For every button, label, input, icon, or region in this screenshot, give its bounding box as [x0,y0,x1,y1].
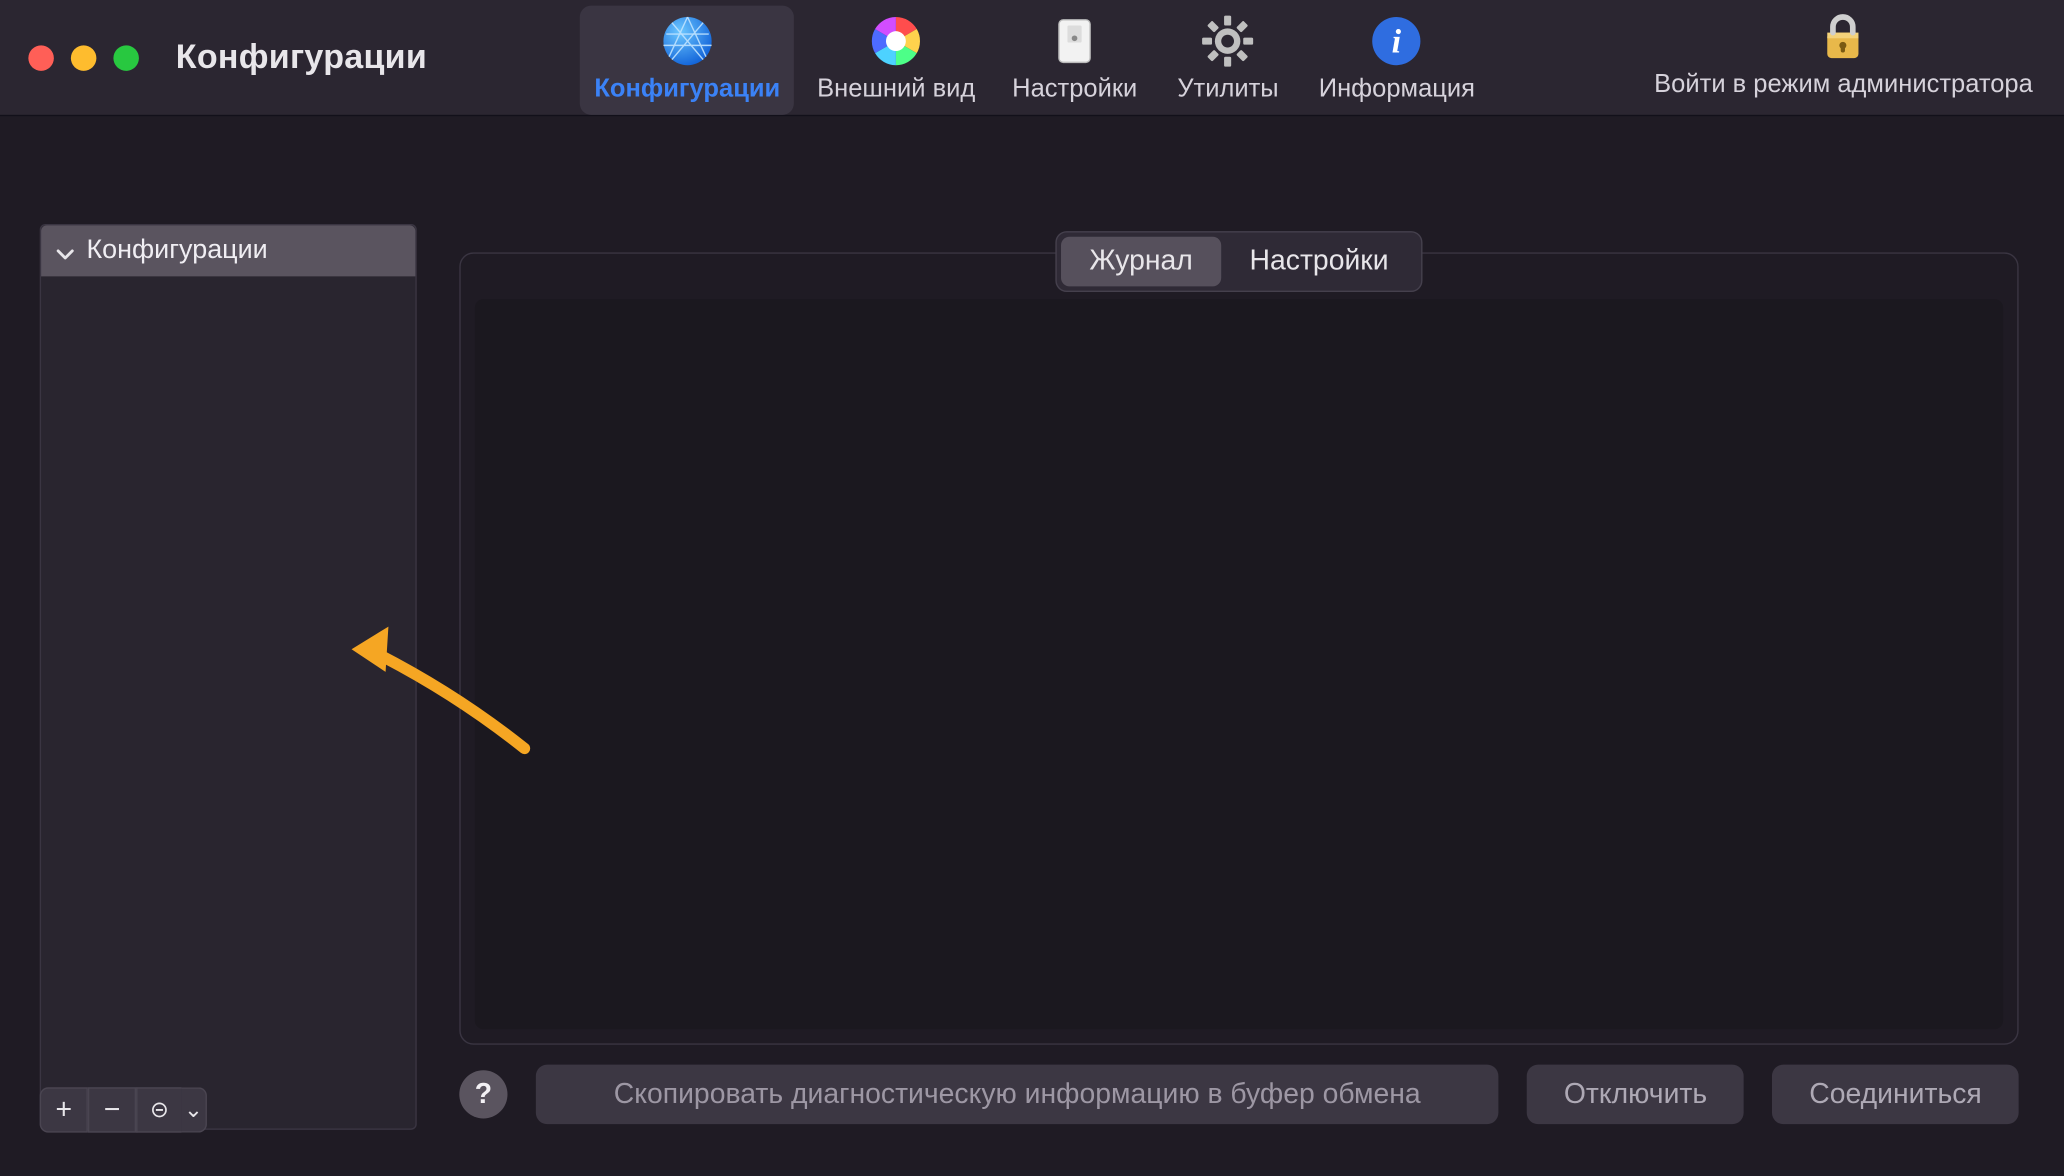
disconnect-button[interactable]: Отключить [1527,1065,1744,1125]
connect-button[interactable]: Соединиться [1772,1065,2018,1125]
window-title: Конфигурации [176,38,427,78]
more-actions-dropdown[interactable]: ⌄ [181,1087,207,1132]
toolbar-item-utilities[interactable]: Утилиты [1160,6,1296,115]
main-panel: Журнал Настройки [459,252,2018,1044]
lock-icon [1817,10,1871,64]
window-controls [28,45,139,71]
disconnect-label: Отключить [1564,1078,1707,1111]
copy-diagnostics-button[interactable]: Скопировать диагностическую информацию в… [536,1065,1499,1125]
toolbar-label: Конфигурации [594,74,780,104]
toolbar-label: Утилиты [1177,74,1278,104]
admin-mode-button[interactable]: Войти в режим администратора [1643,4,2044,110]
tab-journal[interactable]: Журнал [1061,237,1221,287]
log-viewport[interactable] [475,299,2003,1029]
zoom-window-button[interactable] [113,45,139,71]
toolbar-label: Информация [1319,74,1475,104]
toolbar-label: Настройки [1012,74,1137,104]
minimize-window-button[interactable] [71,45,97,71]
remove-configuration-button[interactable]: − [88,1087,136,1132]
toolbar-item-configurations[interactable]: Конфигурации [580,6,794,115]
toolbar-item-appearance[interactable]: Внешний вид [803,6,990,115]
content-area: Конфигурации + − ⊝ ⌄ Журнал Настройки ? … [0,116,2064,1175]
add-configuration-button[interactable]: + [40,1087,88,1132]
connect-label: Соединиться [1809,1078,1982,1111]
ellipsis-icon: ⊝ [150,1096,169,1124]
tab-segmented-control: Журнал Настройки [1055,231,1422,292]
footer-row: ? Скопировать диагностическую информацию… [459,1065,2018,1125]
svg-text:i: i [1392,23,1402,60]
toolbar-label: Внешний вид [817,74,975,104]
admin-mode-label: Войти в режим администратора [1654,69,2033,99]
app-window: { "window": { "title": "Конфигурации" },… [0,0,2064,1175]
sidebar-header[interactable]: Конфигурации [41,225,415,276]
close-window-button[interactable] [28,45,54,71]
more-actions-button[interactable]: ⊝ [136,1087,181,1132]
sidebar-footer: + − ⊝ ⌄ [40,1087,207,1132]
color-wheel-icon [869,14,923,68]
gear-icon [1201,14,1255,68]
switch-icon [1048,14,1102,68]
tab-settings[interactable]: Настройки [1221,237,1417,287]
configurations-list[interactable] [41,276,415,1128]
minus-icon: − [104,1094,121,1127]
network-globe-icon [660,14,714,68]
info-icon: i [1370,14,1424,68]
help-button[interactable]: ? [459,1070,507,1118]
copy-diagnostics-label: Скопировать диагностическую информацию в… [614,1078,1421,1111]
titlebar: Конфигурации [0,0,2064,116]
chevron-down-icon: ⌄ [184,1096,203,1124]
chevron-down-icon [55,241,75,261]
plus-icon: + [56,1094,73,1127]
help-icon: ? [475,1078,492,1111]
toolbar: Конфигурации [580,0,1489,115]
configurations-sidebar: Конфигурации [40,224,417,1130]
toolbar-item-settings[interactable]: Настройки [998,6,1151,115]
sidebar-header-label: Конфигурации [86,235,267,266]
toolbar-item-information[interactable]: i Информация [1305,6,1490,115]
